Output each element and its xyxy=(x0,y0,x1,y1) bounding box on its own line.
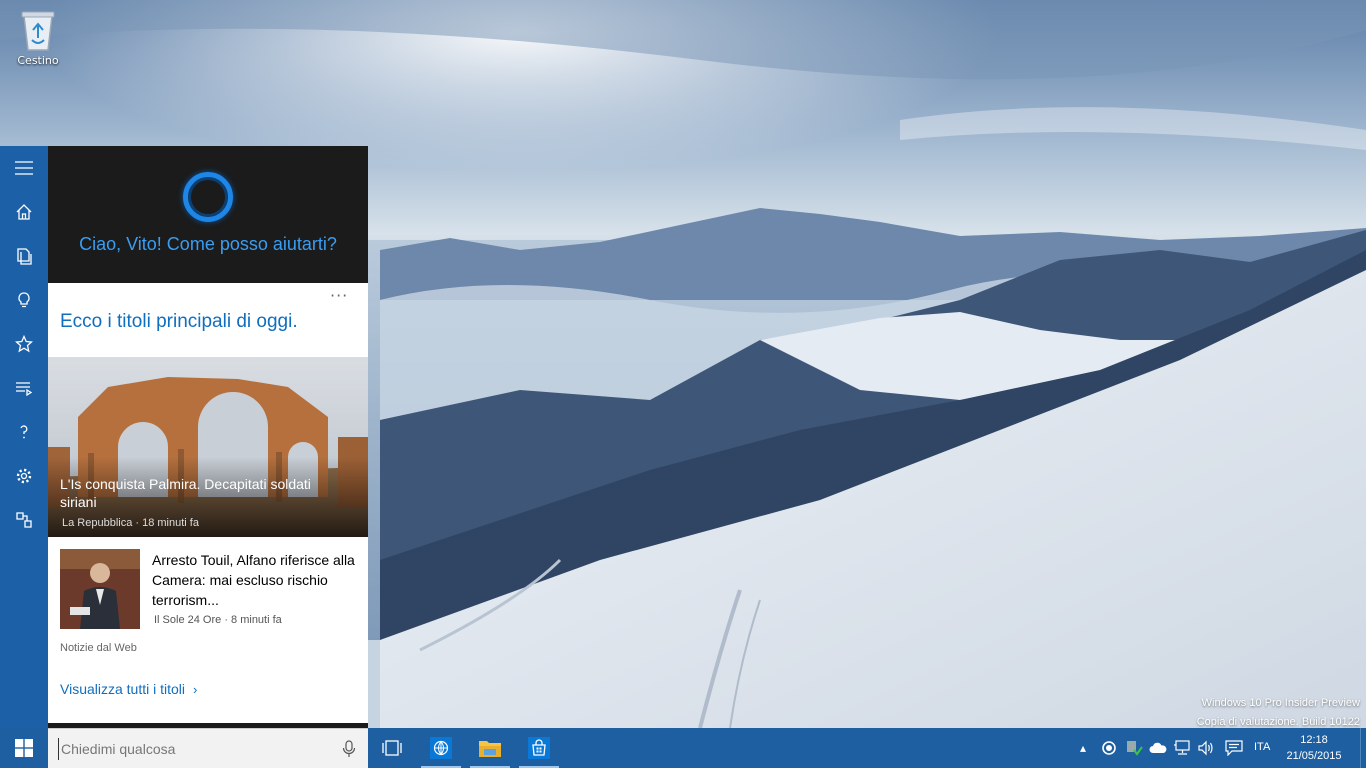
sidebar-item-news[interactable] xyxy=(0,368,48,408)
recycle-bin-label: Cestino xyxy=(17,54,59,67)
story2-thumbnail[interactable] xyxy=(60,549,140,629)
feedback-icon xyxy=(16,512,32,528)
network-tray-button[interactable] xyxy=(1172,738,1192,758)
sidebar-item-reminders[interactable] xyxy=(0,280,48,320)
shield-check-icon xyxy=(1127,741,1143,756)
clock[interactable]: 12:18 21/05/2015 xyxy=(1284,732,1344,764)
source-note: Notizie dal Web xyxy=(60,642,137,654)
gear-icon xyxy=(16,468,32,484)
recycle-bin-icon xyxy=(18,8,58,52)
sidebar-item-notebook[interactable] xyxy=(0,236,48,276)
input-language-indicator[interactable]: ITA xyxy=(1254,741,1270,753)
news-story-hero[interactable]: L'Is conquista Palmira. Decapitati solda… xyxy=(48,357,368,537)
clock-date: 21/05/2015 xyxy=(1286,750,1342,762)
cortana-greeting: Ciao, Vito! Come posso aiutarti? xyxy=(79,234,337,254)
watermark-line1: Windows 10 Pro Insider Preview xyxy=(1201,697,1360,709)
microphone-icon[interactable] xyxy=(342,740,356,758)
news-icon xyxy=(16,382,33,397)
task-view-icon xyxy=(382,740,402,756)
cloud-icon xyxy=(1149,742,1167,753)
action-center-button[interactable] xyxy=(1224,738,1244,758)
hero-story-meta: La Repubblica · 18 minuti fa xyxy=(62,517,199,529)
headlines-title: Ecco i titoli principali di oggi. xyxy=(60,311,298,332)
story2-meta: Il Sole 24 Ore · 8 minuti fa xyxy=(154,614,282,626)
sidebar-item-feedback[interactable] xyxy=(0,500,48,540)
cortana-tray-button[interactable] xyxy=(1100,738,1118,758)
cortana-circle-icon xyxy=(1102,741,1116,755)
onedrive-tray-button[interactable] xyxy=(1148,738,1168,758)
clock-time: 12:18 xyxy=(1300,734,1328,746)
speaker-icon xyxy=(1198,740,1213,756)
volume-tray-button[interactable] xyxy=(1196,738,1216,758)
sidebar-item-settings[interactable] xyxy=(0,456,48,496)
security-tray-button[interactable] xyxy=(1124,738,1144,758)
notebook-icon xyxy=(17,248,32,265)
chevron-right-icon: › xyxy=(193,682,198,697)
notification-icon xyxy=(1225,740,1243,756)
globe-icon xyxy=(430,737,452,759)
see-all-label: Visualizza tutti i titoli xyxy=(60,681,186,697)
cortana-search-box[interactable] xyxy=(48,728,368,768)
browser-button[interactable] xyxy=(417,728,465,768)
hamburger-menu-button[interactable] xyxy=(0,148,48,188)
show-desktop-button[interactable] xyxy=(1360,728,1366,768)
recycle-bin[interactable]: Cestino xyxy=(10,8,66,67)
parliament-photo xyxy=(60,549,140,629)
store-icon xyxy=(528,737,550,759)
network-icon xyxy=(1174,740,1190,755)
store-button[interactable] xyxy=(515,728,563,768)
help-icon xyxy=(20,425,28,439)
taskbar: ▴ ITA 12:18 21/05/2015 xyxy=(0,728,1366,768)
hero-story-title[interactable]: L'Is conquista Palmira. Decapitati solda… xyxy=(60,475,350,511)
cortana-panel: Ciao, Vito! Come posso aiutarti? ··· Ecc… xyxy=(48,146,368,728)
more-options-button[interactable]: ··· xyxy=(330,286,348,305)
folder-icon xyxy=(479,741,501,757)
lightbulb-icon xyxy=(18,292,30,308)
windows-logo-icon xyxy=(15,739,33,757)
see-all-headlines-link[interactable]: Visualizza tutti i titoli › xyxy=(60,681,197,697)
start-button[interactable] xyxy=(0,728,48,768)
search-input[interactable] xyxy=(58,738,328,760)
cortana-ring-icon[interactable] xyxy=(183,172,233,222)
star-icon xyxy=(15,335,33,353)
sidebar-item-home[interactable] xyxy=(0,192,48,232)
cortana-header: Ciao, Vito! Come posso aiutarti? xyxy=(48,146,368,283)
build-watermark: Windows 10 Pro Insider Preview Copia di … xyxy=(1197,694,1360,732)
cortana-sidebar xyxy=(0,146,48,728)
show-hidden-icons-button[interactable]: ▴ xyxy=(1076,738,1090,758)
sidebar-item-help[interactable] xyxy=(0,412,48,452)
home-icon xyxy=(16,204,32,220)
sidebar-item-favorites[interactable] xyxy=(0,324,48,364)
story2-title[interactable]: Arresto Touil, Alfano riferisce alla Cam… xyxy=(152,550,357,610)
task-view-button[interactable] xyxy=(368,728,416,768)
file-explorer-button[interactable] xyxy=(466,728,514,768)
hamburger-icon xyxy=(15,161,33,175)
